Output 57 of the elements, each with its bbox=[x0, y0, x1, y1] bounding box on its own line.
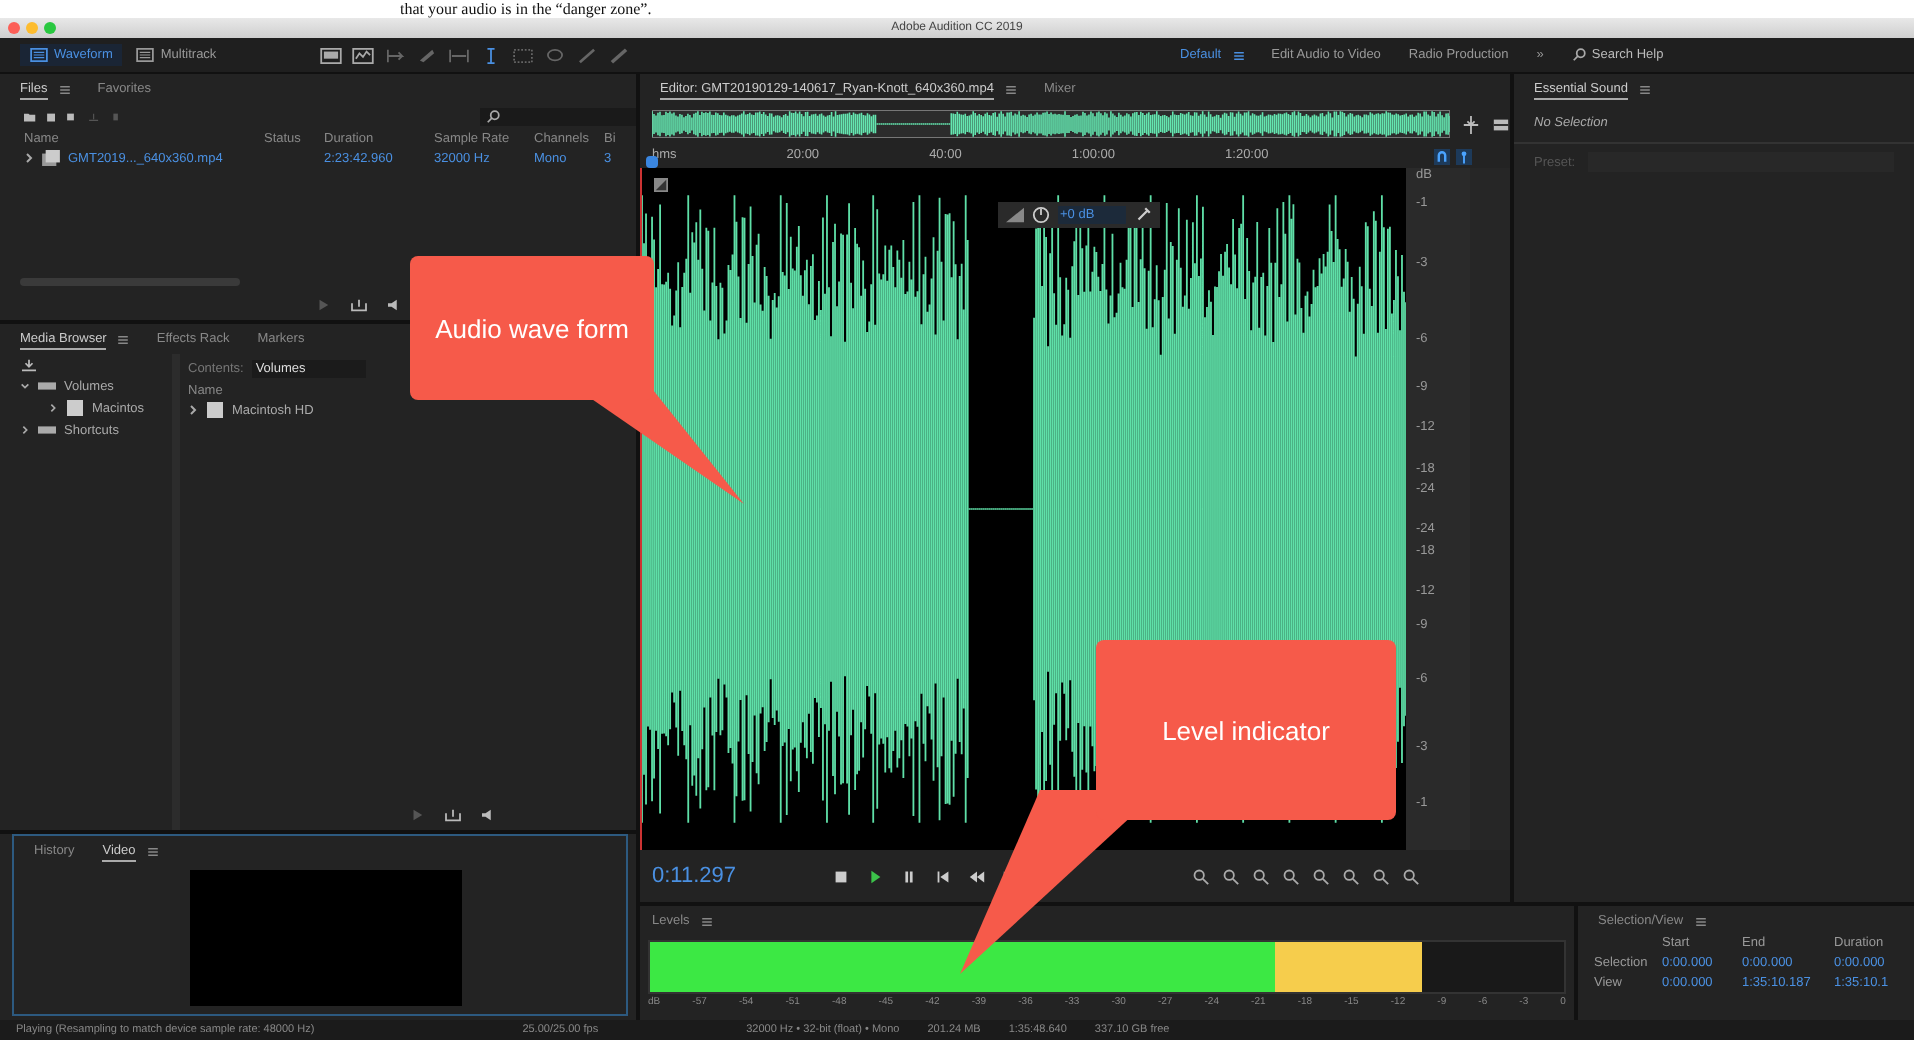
spectrum-icon[interactable] bbox=[352, 47, 374, 63]
view-icon bbox=[30, 48, 48, 62]
move-tool-icon[interactable] bbox=[384, 47, 406, 63]
export-icon[interactable] bbox=[349, 297, 367, 311]
speaker-icon[interactable] bbox=[385, 297, 403, 311]
gain-meter-icon bbox=[1006, 206, 1024, 224]
zoom-icon[interactable] bbox=[1342, 867, 1360, 885]
search-icon bbox=[1571, 48, 1586, 62]
chevron-icon bbox=[188, 404, 198, 416]
pin-icon[interactable] bbox=[1134, 206, 1153, 224]
zoom-icon[interactable] bbox=[1312, 867, 1330, 885]
menu-icon[interactable] bbox=[1695, 917, 1706, 925]
zoom-fit-icon[interactable] bbox=[1462, 115, 1481, 133]
search-icon bbox=[486, 109, 501, 123]
chevron-icon bbox=[20, 380, 30, 392]
knob-icon[interactable] bbox=[1032, 206, 1050, 224]
time-display: 0:11.297 bbox=[650, 864, 739, 888]
zoom-icon[interactable] bbox=[1282, 867, 1300, 885]
caption-text: that your audio is in the “danger zone”. bbox=[0, 0, 1914, 18]
menu-icon[interactable] bbox=[1233, 51, 1244, 59]
menu-icon[interactable] bbox=[59, 85, 70, 93]
pin-icon[interactable] bbox=[1456, 147, 1472, 165]
callout-label: Level indicator bbox=[1096, 640, 1396, 820]
filter-field[interactable] bbox=[480, 107, 637, 125]
slip-tool-icon[interactable] bbox=[448, 47, 470, 63]
magnet-icon[interactable] bbox=[1434, 147, 1450, 165]
zoom-icon[interactable] bbox=[1252, 867, 1270, 885]
chevron-icon[interactable] bbox=[24, 152, 34, 164]
callout-label: Audio wave form bbox=[410, 256, 654, 400]
menu-icon[interactable] bbox=[118, 335, 129, 343]
overview-waveform-drawing[interactable] bbox=[652, 110, 1451, 138]
skip-back-icon[interactable] bbox=[934, 867, 952, 885]
speaker-icon[interactable] bbox=[479, 807, 497, 821]
pause-icon[interactable] bbox=[900, 867, 918, 885]
list-icon[interactable] bbox=[1492, 115, 1511, 133]
zoom-icon[interactable] bbox=[1402, 867, 1420, 885]
monitor-icon[interactable] bbox=[320, 47, 342, 63]
rewind-icon[interactable] bbox=[968, 867, 986, 885]
chevron-icon bbox=[20, 424, 30, 436]
zoom-icon[interactable] bbox=[1192, 867, 1210, 885]
menu-icon[interactable] bbox=[1005, 85, 1016, 93]
zoom-icon[interactable] bbox=[1372, 867, 1390, 885]
stop-icon[interactable] bbox=[832, 867, 850, 885]
view-icon bbox=[136, 48, 155, 62]
export-icon[interactable] bbox=[443, 807, 461, 821]
resize-icon[interactable] bbox=[654, 178, 668, 192]
menu-icon[interactable] bbox=[1639, 85, 1650, 93]
marquee-tool-icon[interactable] bbox=[512, 47, 534, 63]
playhead-handle[interactable] bbox=[646, 155, 658, 167]
video-file-icon bbox=[42, 150, 60, 166]
brush-tool-icon[interactable] bbox=[576, 47, 598, 63]
menu-icon[interactable] bbox=[147, 847, 158, 855]
play-icon[interactable] bbox=[866, 867, 884, 885]
lasso-tool-icon[interactable] bbox=[544, 47, 566, 63]
chevron-icon bbox=[48, 402, 58, 414]
menu-icon[interactable] bbox=[701, 917, 712, 925]
zoom-icon[interactable] bbox=[1222, 867, 1240, 885]
